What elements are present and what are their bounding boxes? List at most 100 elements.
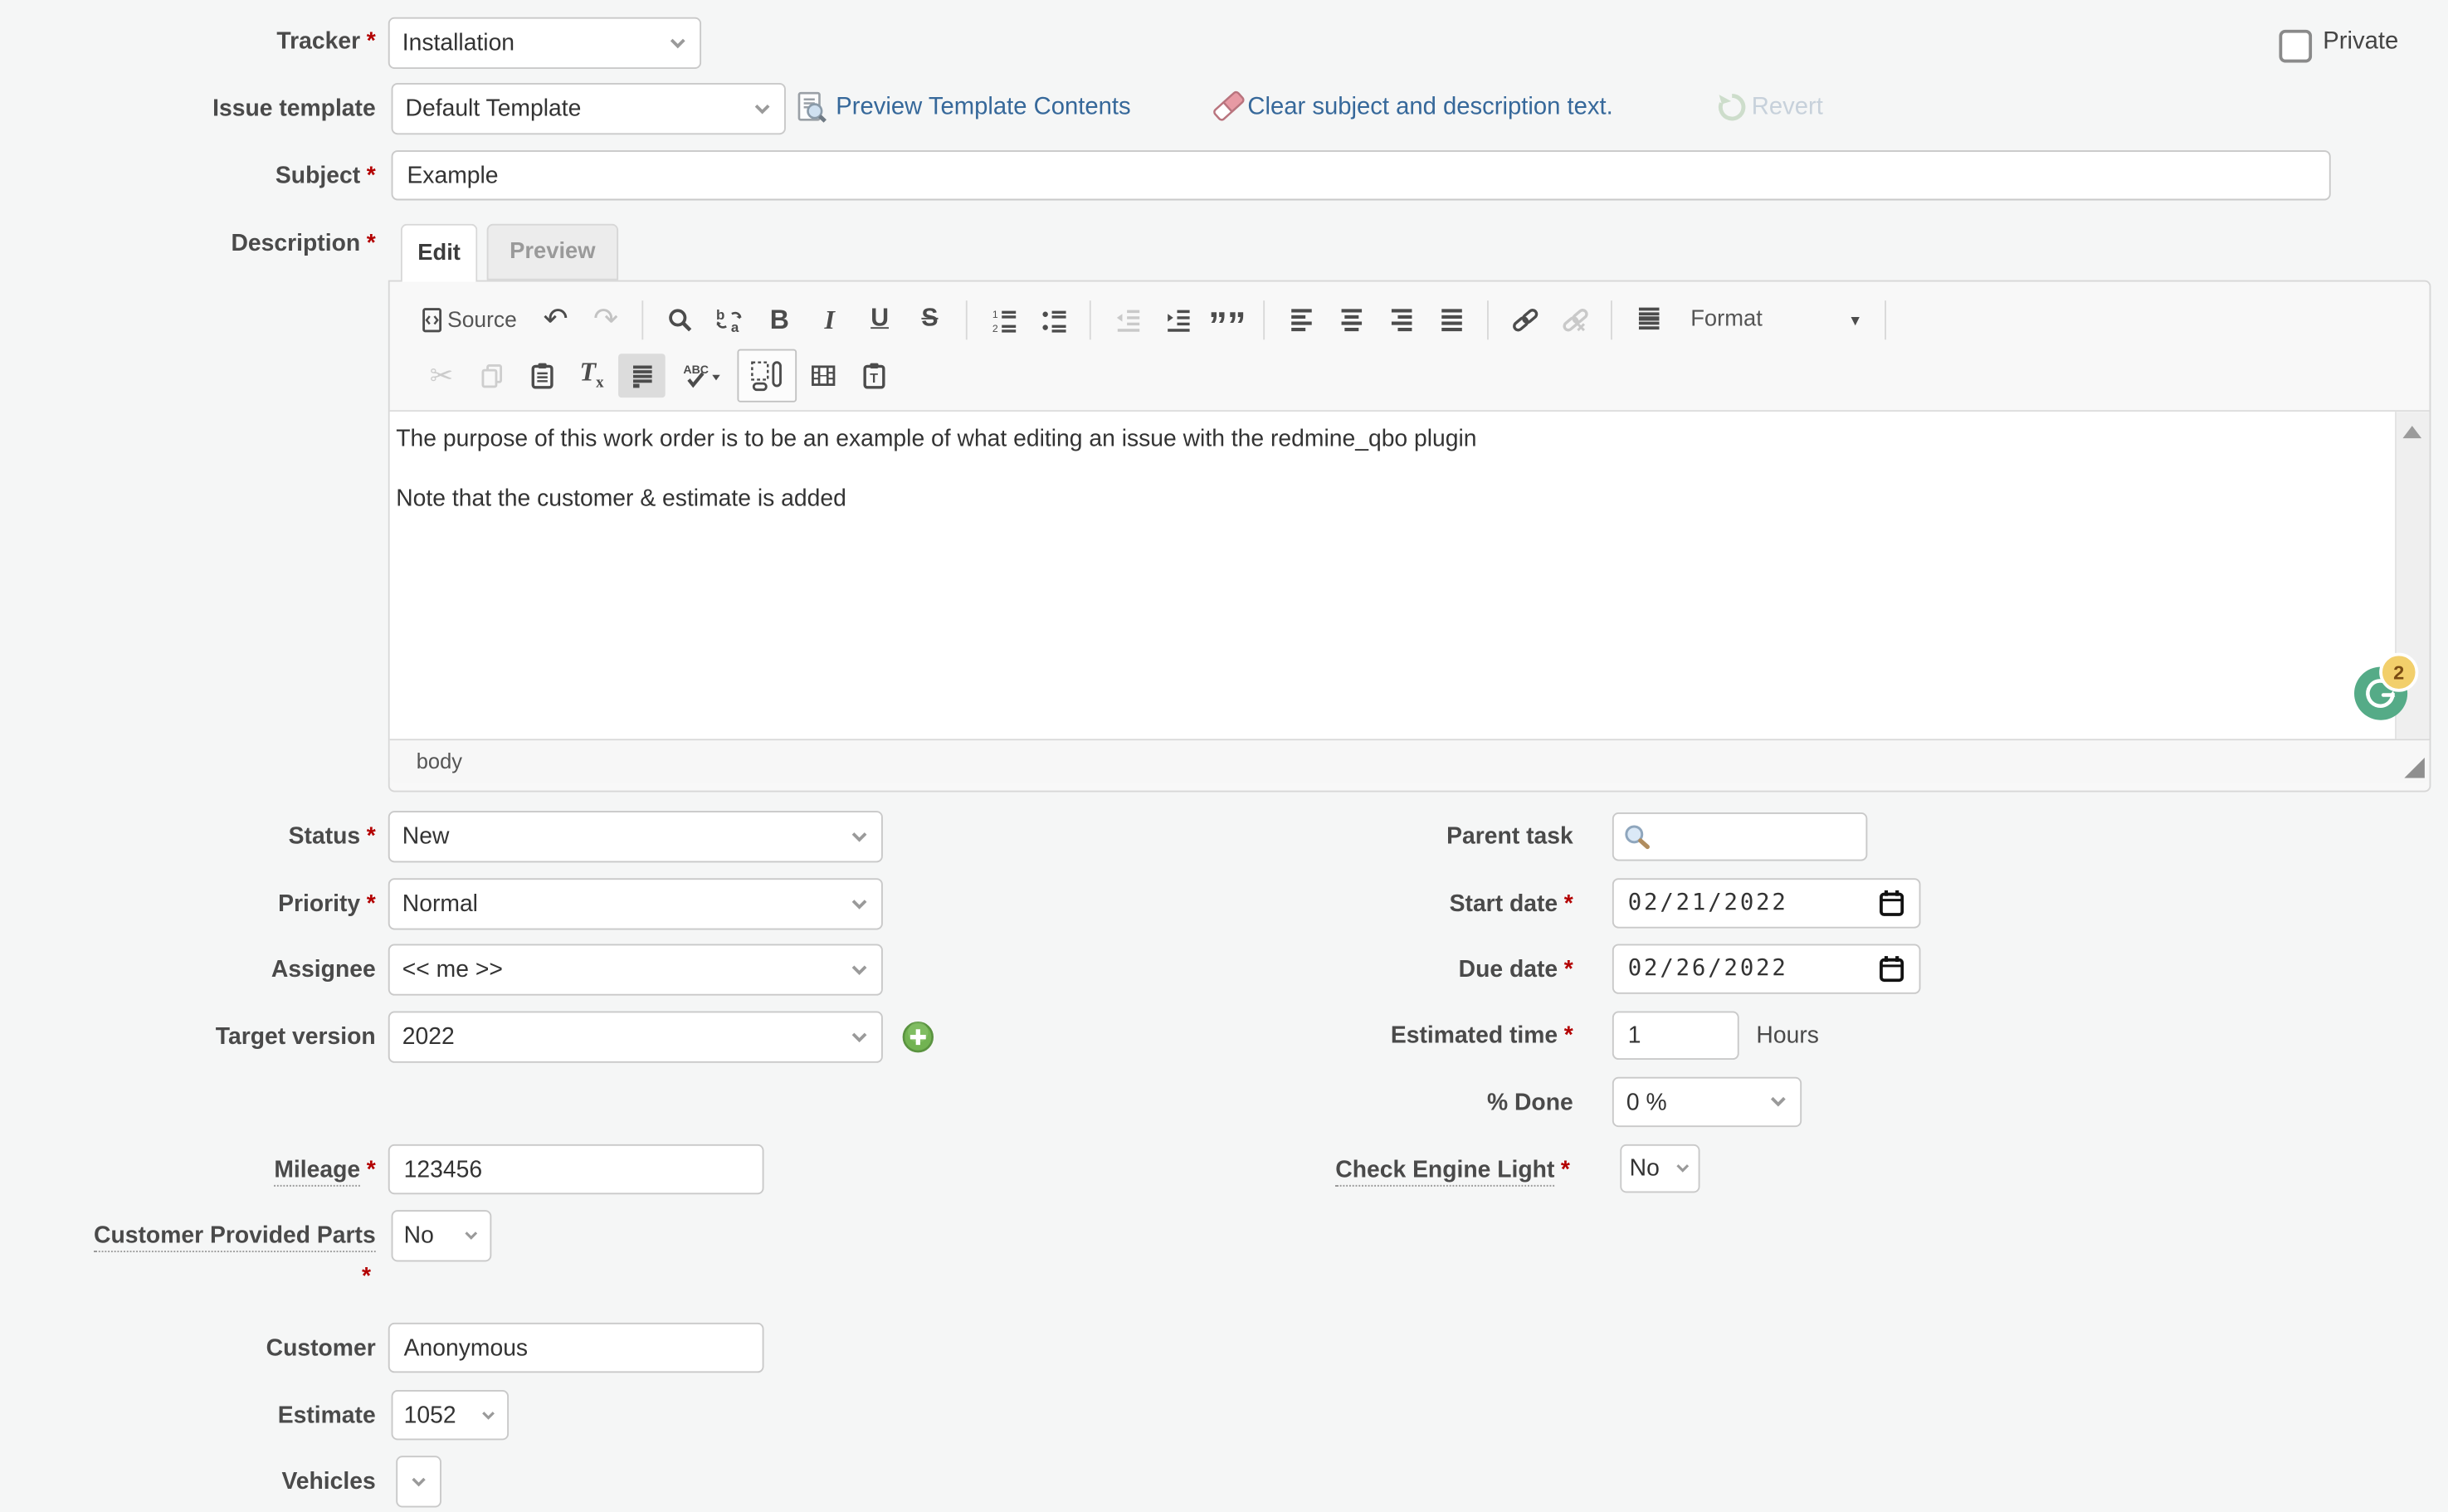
description-text[interactable]: The purpose of this work order is to be … xyxy=(390,412,2397,543)
replace-button[interactable]: ba xyxy=(706,297,753,341)
calendar-icon[interactable] xyxy=(1879,955,1905,983)
blockquote-button[interactable]: ”” xyxy=(1204,297,1251,341)
link-button[interactable] xyxy=(1501,297,1548,341)
undo-button[interactable]: ↶ xyxy=(532,297,579,341)
source-icon xyxy=(419,306,444,333)
customer-provided-parts-label: Customer Provided Parts xyxy=(0,1222,376,1249)
bullet-list-icon xyxy=(1040,306,1066,333)
search-magnifier-icon xyxy=(1623,822,1651,851)
assignee-select[interactable]: << me >> xyxy=(388,944,883,995)
replace-icon: ba xyxy=(715,306,744,333)
media-button[interactable] xyxy=(800,354,847,398)
calendar-icon[interactable] xyxy=(1879,889,1905,917)
paste-from-word-button[interactable] xyxy=(618,354,666,398)
underline-button[interactable]: U xyxy=(856,297,904,341)
chevron-down-icon xyxy=(850,831,869,843)
svg-text:1: 1 xyxy=(992,308,997,319)
chevron-down-icon xyxy=(1769,1095,1788,1108)
source-button[interactable]: Source xyxy=(413,297,529,341)
toolbar-row-2: ✂ Tx ABC T xyxy=(412,348,2414,404)
chevron-down-icon xyxy=(753,103,772,115)
priority-select[interactable]: Normal xyxy=(388,878,883,929)
percent-done-label: % Done xyxy=(1197,1090,1573,1116)
italic-button[interactable]: I xyxy=(806,297,853,341)
remove-format-button[interactable]: Tx xyxy=(568,354,616,398)
justify-button[interactable] xyxy=(1427,297,1475,341)
widget-select-button[interactable] xyxy=(737,349,797,402)
subject-label: Subject* xyxy=(0,163,376,189)
preview-magnifier-icon[interactable] xyxy=(795,90,828,124)
paste-button[interactable] xyxy=(518,354,565,398)
copy-button xyxy=(468,354,515,398)
paste-icon xyxy=(529,362,555,390)
chevron-down-icon xyxy=(850,898,869,910)
description-line: Note that the customer & estimate is add… xyxy=(396,484,2390,514)
start-date-input[interactable]: 02/21/2022 xyxy=(1612,878,1921,928)
add-version-icon[interactable] xyxy=(902,1021,935,1054)
paste-from-word-icon xyxy=(628,362,655,390)
bullet-list-button[interactable] xyxy=(1030,297,1077,341)
editor-content-area[interactable]: The purpose of this work order is to be … xyxy=(390,412,2430,739)
media-icon xyxy=(809,362,837,390)
blockquote-icon: ”” xyxy=(1208,319,1246,334)
percent-done-select[interactable]: 0 % xyxy=(1612,1077,1802,1127)
revert-link: Revert xyxy=(1752,94,1823,122)
styles-button[interactable] xyxy=(1625,297,1672,341)
toolbar-separator xyxy=(1611,300,1612,339)
issue-template-select[interactable]: Default Template xyxy=(392,83,786,134)
private-label: Private xyxy=(2323,28,2398,56)
redo-button: ↷ xyxy=(583,297,630,341)
check-engine-light-select[interactable]: No xyxy=(1620,1144,1699,1193)
bold-button[interactable]: B xyxy=(756,297,803,341)
private-checkbox[interactable] xyxy=(2279,30,2312,63)
resize-handle-icon[interactable] xyxy=(2404,758,2425,778)
tab-preview[interactable]: Preview xyxy=(487,224,618,280)
customer-label: Customer xyxy=(0,1335,376,1362)
toolbar-separator xyxy=(1263,300,1265,339)
align-center-icon xyxy=(1338,305,1364,334)
numbered-list-button[interactable]: 12 xyxy=(980,297,1027,341)
format-dropdown[interactable]: Format ▾ xyxy=(1675,297,1872,341)
paste-text-button[interactable]: T xyxy=(850,354,897,398)
target-version-select[interactable]: 2022 xyxy=(388,1012,883,1063)
scroll-up-icon[interactable] xyxy=(2402,426,2421,438)
chevron-down-icon xyxy=(410,1475,427,1488)
tab-edit[interactable]: Edit xyxy=(401,224,477,282)
description-label: Description* xyxy=(0,230,376,256)
align-right-icon xyxy=(1387,305,1414,334)
eraser-icon[interactable] xyxy=(1210,90,1244,124)
align-center-button[interactable] xyxy=(1328,297,1375,341)
chevron-down-icon xyxy=(480,1410,496,1421)
estimated-time-label: Estimated time* xyxy=(1197,1022,1573,1049)
vehicles-select[interactable] xyxy=(396,1456,441,1507)
svg-text:T: T xyxy=(869,371,877,386)
preview-template-link[interactable]: Preview Template Contents xyxy=(836,94,1130,122)
customer-provided-parts-select[interactable]: No xyxy=(392,1210,492,1261)
align-right-button[interactable] xyxy=(1378,297,1425,341)
cut-button: ✂ xyxy=(418,354,466,398)
subject-input[interactable]: Example xyxy=(392,150,2331,200)
outdent-icon xyxy=(1114,306,1140,333)
estimate-select[interactable]: 1052 xyxy=(392,1390,509,1440)
align-left-button[interactable] xyxy=(1277,297,1324,341)
tracker-select[interactable]: Installation xyxy=(388,17,701,69)
widget-select-icon xyxy=(750,360,784,392)
toolbar-separator xyxy=(1885,300,1886,339)
parent-task-input[interactable] xyxy=(1612,812,1867,861)
spellcheck-icon: ABC xyxy=(681,362,720,390)
clear-subject-link[interactable]: Clear subject and description text. xyxy=(1247,94,1612,122)
mileage-input[interactable]: 123456 xyxy=(388,1144,764,1194)
indent-button[interactable] xyxy=(1153,297,1201,341)
find-button[interactable] xyxy=(656,297,703,341)
dropdown-arrow-icon: ▾ xyxy=(1851,310,1859,330)
toolbar-separator xyxy=(966,300,968,339)
due-date-input[interactable]: 02/26/2022 xyxy=(1612,944,1921,993)
grammarly-icon[interactable]: 2 xyxy=(2354,667,2407,720)
estimated-time-input[interactable]: 1 xyxy=(1612,1012,1739,1060)
strikethrough-button[interactable]: S xyxy=(906,297,953,341)
issue-template-label: Issue template xyxy=(0,95,376,122)
status-select[interactable]: New xyxy=(388,811,883,862)
customer-input[interactable]: Anonymous xyxy=(388,1323,764,1373)
start-date-label: Start date* xyxy=(1197,890,1573,917)
spellcheck-button[interactable]: ABC xyxy=(668,354,734,398)
